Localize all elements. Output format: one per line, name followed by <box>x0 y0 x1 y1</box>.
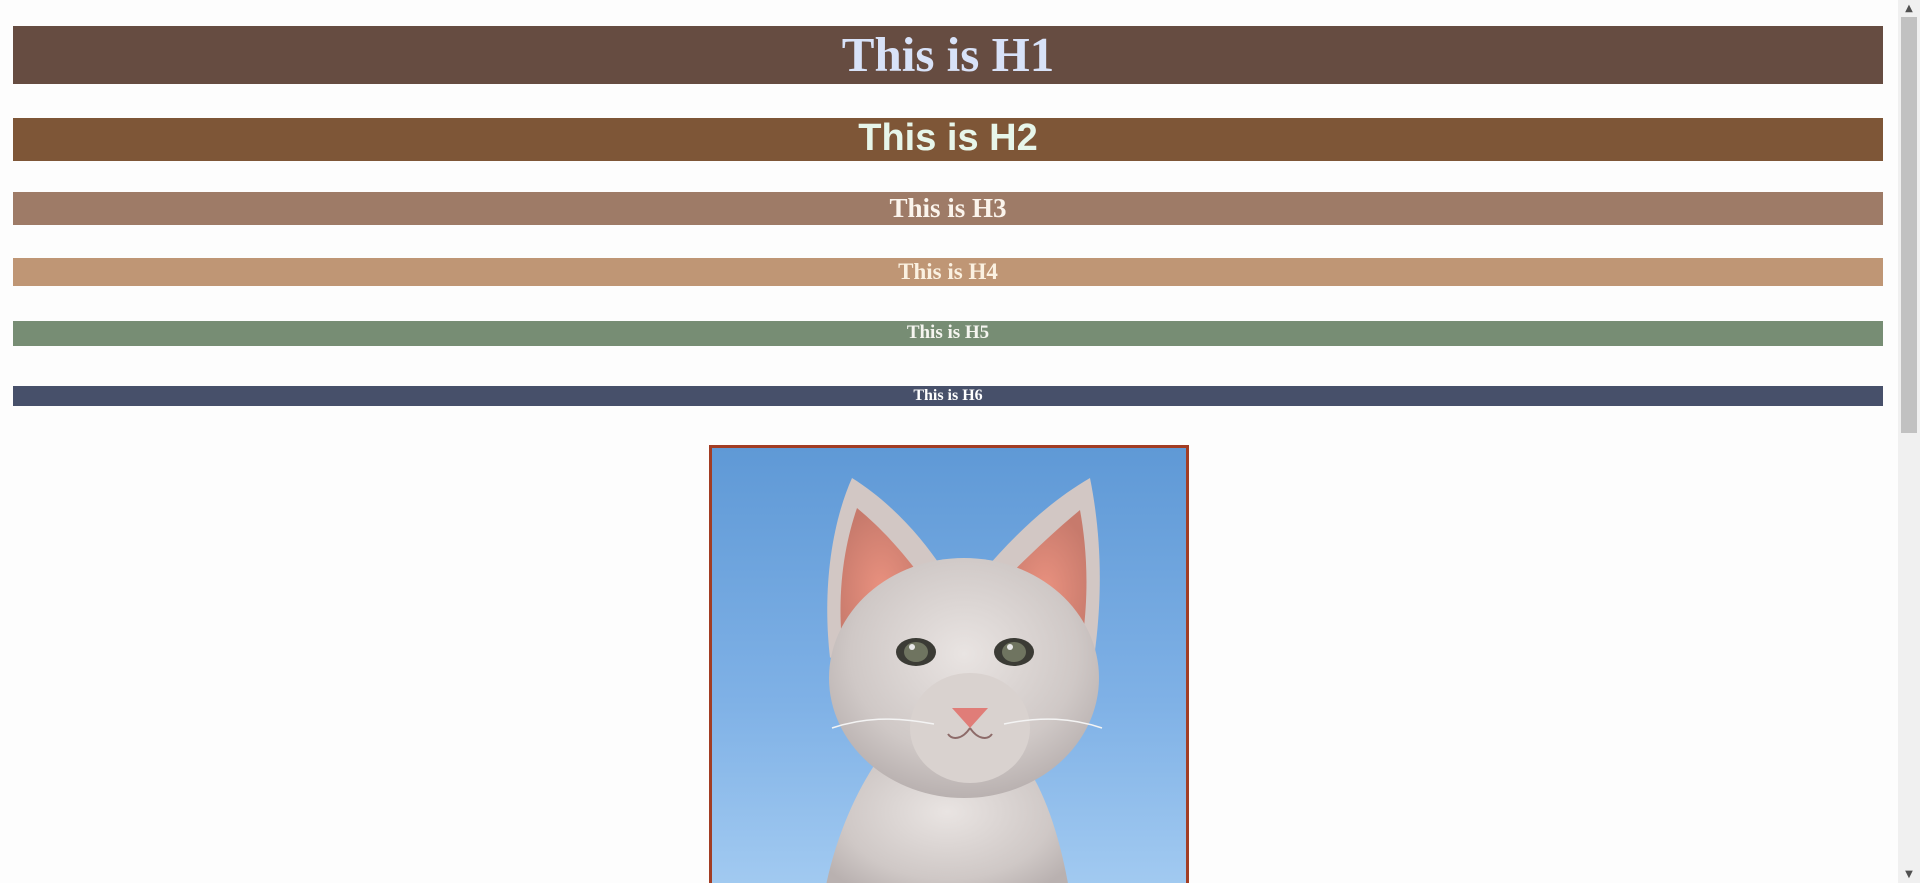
chevron-up-icon[interactable]: ▲ <box>1898 0 1920 17</box>
scrollbar-thumb[interactable] <box>1901 17 1917 433</box>
heading-h1: This is H1 <box>13 26 1883 84</box>
page-content: This is H1 This is H2 This is H3 This is… <box>0 0 1898 883</box>
heading-h3: This is H3 <box>13 192 1883 225</box>
kitten-image <box>709 445 1189 883</box>
chevron-down-icon[interactable]: ▼ <box>1898 866 1920 883</box>
heading-h5: This is H5 <box>13 321 1883 346</box>
kitten-illustration <box>826 478 1103 883</box>
heading-h4: This is H4 <box>13 258 1883 286</box>
heading-h2: This is H2 <box>13 118 1883 161</box>
heading-h6: This is H6 <box>13 386 1883 406</box>
vertical-scrollbar[interactable]: ▲ ▼ <box>1898 0 1920 883</box>
